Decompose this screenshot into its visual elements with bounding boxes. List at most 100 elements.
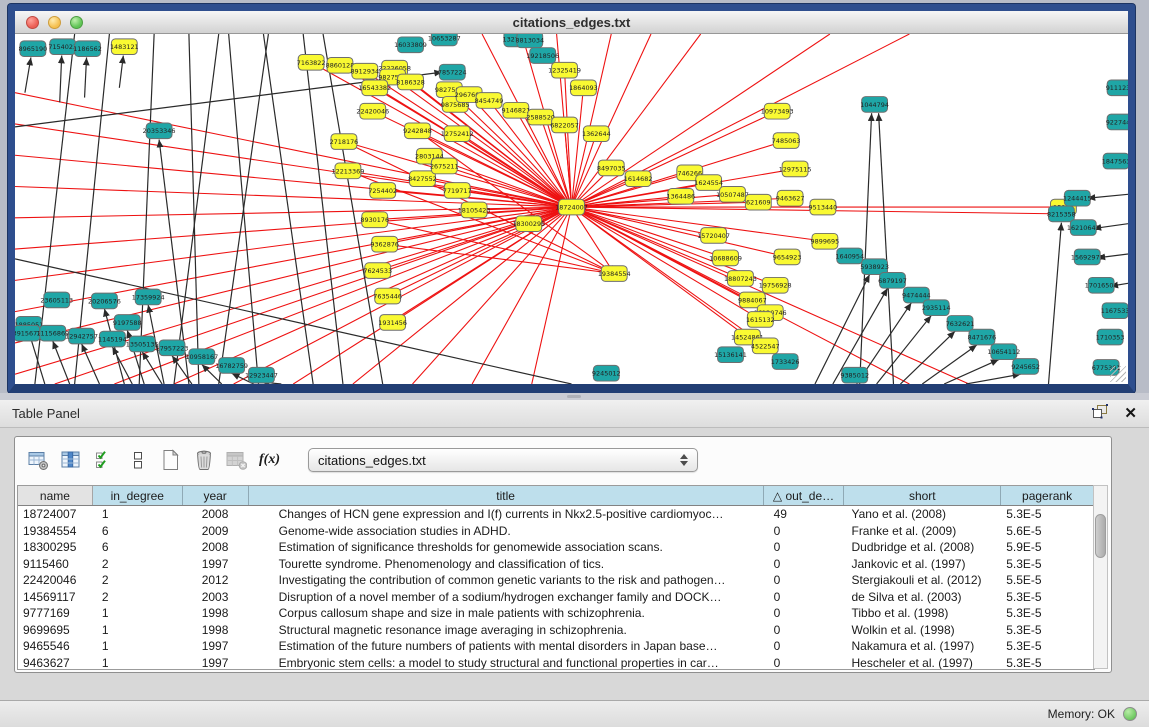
graph-node[interactable]: 9513440 [809,199,838,215]
table-row[interactable]: 2242004622012Investigating the contribut… [18,572,1094,589]
table-row[interactable]: 1872400712008Changes of HCN gene express… [18,506,1094,523]
column-header-pagerank[interactable]: pagerank [1001,486,1094,505]
graph-node[interactable]: 10653287 [428,34,461,46]
graph-node[interactable]: 16033809 [394,37,427,53]
float-panel-icon[interactable] [1092,404,1108,424]
table-settings-icon[interactable] [28,449,49,471]
column-header-title[interactable]: title [249,486,764,505]
graph-node[interactable]: 12975115 [779,161,812,177]
graph-node[interactable]: 1364486 [666,188,695,204]
graph-node[interactable]: 1614682 [624,171,653,187]
graph-node[interactable]: 8471676 [968,329,997,345]
table-row[interactable]: 1830029562008Estimation of significance … [18,539,1094,556]
graph-node[interactable]: 18807243 [724,271,757,287]
select-columns-icon[interactable] [94,449,115,471]
graph-node[interactable]: 621609 [745,194,771,210]
graph-node[interactable]: 2718176 [330,134,359,150]
graph-node[interactable]: 9362876 [370,236,399,252]
close-panel-icon[interactable]: ✕ [1124,406,1137,421]
graph-node[interactable]: 2675211 [430,158,459,174]
minimize-button[interactable] [48,16,61,29]
table-select-dropdown[interactable]: citations_edges.txt [308,448,698,472]
graph-node[interactable]: 8813034 [515,34,544,48]
graph-node[interactable]: 10973493 [761,103,794,119]
graph-node[interactable]: 17359924 [132,289,165,305]
graph-node[interactable]: 8215358 [1047,206,1076,222]
graph-node[interactable]: 7857224 [438,64,467,80]
graph-node[interactable]: 9111234 [1106,80,1128,96]
graph-node[interactable]: 9197588 [113,315,142,331]
memory-status-dot[interactable] [1123,707,1137,721]
graph-node[interactable]: 9242848 [403,123,432,139]
graph-node[interactable]: 16782759 [215,358,248,374]
graph-node[interactable]: 10654112 [987,344,1020,360]
graph-node[interactable]: 1624554 [694,175,723,191]
graph-node[interactable]: 10688609 [709,250,742,266]
column-header-short[interactable]: short [844,486,1001,505]
graph-node[interactable]: 20353346 [143,123,176,139]
graph-node[interactable]: 17016504 [1085,277,1118,293]
graph-node[interactable]: 8930176 [360,212,389,228]
row-height-icon[interactable] [127,449,148,471]
graph-node[interactable]: 1145194 [98,331,127,347]
column-header-in_degree[interactable]: in_degree [93,486,183,505]
graph-node[interactable]: 7635446 [373,288,402,304]
graph-node[interactable]: 12752412 [441,126,474,142]
delete-rows-icon[interactable] [193,449,214,471]
graph-node[interactable]: 7485063 [772,133,801,149]
graph-node[interactable]: 9654923 [773,249,802,265]
column-header-year[interactable]: year [183,486,249,505]
graph-node[interactable]: 1864093 [569,80,598,96]
graph-node[interactable]: 1640954 [835,248,864,264]
graph-node[interactable]: 1167533 [1101,303,1128,319]
graph-node[interactable]: 19218506 [526,48,559,64]
close-button[interactable] [26,16,39,29]
graph-node[interactable]: 4522547 [751,338,780,354]
graph-node[interactable]: 9899695 [811,233,840,249]
graph-node[interactable]: 16543382 [358,80,391,96]
table-row[interactable]: 911546021997Tourette syndrome. Phenomeno… [18,556,1094,573]
scrollbar-thumb[interactable] [1095,514,1106,558]
graph-node[interactable]: 2935114 [922,300,951,316]
graph-node[interactable]: 1244415 [1063,190,1092,206]
split-pane-divider[interactable] [0,393,1149,400]
table-scrollbar[interactable] [1093,485,1108,669]
network-view[interactable]: 8965190715402311865621483121160338091065… [15,34,1128,384]
graph-node[interactable]: 9245012 [592,365,621,381]
graph-node[interactable]: 18300295 [512,216,545,232]
graph-node[interactable]: 22420046 [356,103,389,119]
window-resize-grip-icon[interactable] [1110,366,1126,382]
graph-node[interactable]: 12942757 [65,328,98,344]
graph-node[interactable]: 1615132 [746,312,775,328]
graph-node[interactable]: 1044794 [860,97,889,113]
column-edit-icon[interactable] [61,449,82,471]
graph-node[interactable]: 20206576 [88,293,121,309]
graph-node[interactable]: 18724007 [555,199,588,215]
table-row[interactable]: 1456911722003Disruption of a novel membe… [18,589,1094,606]
graph-node[interactable]: 23605113 [40,292,73,308]
graph-node[interactable]: 8186328 [396,74,425,90]
table-row[interactable]: 946362711997Embryonic stem cells: a mode… [18,655,1094,670]
graph-node[interactable]: 12325419 [548,62,581,78]
graph-node[interactable]: 8497035 [597,160,626,176]
graph-node[interactable]: 7254402 [368,183,397,199]
graph-node[interactable]: 10507487 [716,187,749,203]
graph-node[interactable]: 1847563 [1102,153,1128,169]
graph-node[interactable]: 1931456 [378,315,407,331]
graph-node[interactable]: 9385012 [840,367,869,383]
graph-node[interactable]: 7624533 [363,263,392,279]
graph-node[interactable]: 9227442 [1106,114,1128,130]
graph-node[interactable]: 16210643 [1067,220,1100,236]
graph-node[interactable]: 6822057 [550,117,579,133]
delete-table-icon[interactable] [226,449,247,471]
graph-node[interactable]: 7632621 [946,316,975,332]
graph-node[interactable]: 10958167 [185,349,218,365]
table-row[interactable]: 977716911998Corpus callosum shape and si… [18,605,1094,622]
graph-node[interactable]: 8912934 [350,63,379,79]
network-canvas[interactable]: 8965190715402311865621483121160338091065… [15,34,1128,384]
graph-node[interactable]: 15136141 [714,347,747,363]
column-header-out_degree[interactable]: △ out_de… [764,486,845,505]
window-titlebar[interactable]: citations_edges.txt [15,11,1128,34]
graph-node[interactable]: 13505135 [126,336,159,352]
table-row[interactable]: 946554611997Estimation of the future num… [18,638,1094,655]
